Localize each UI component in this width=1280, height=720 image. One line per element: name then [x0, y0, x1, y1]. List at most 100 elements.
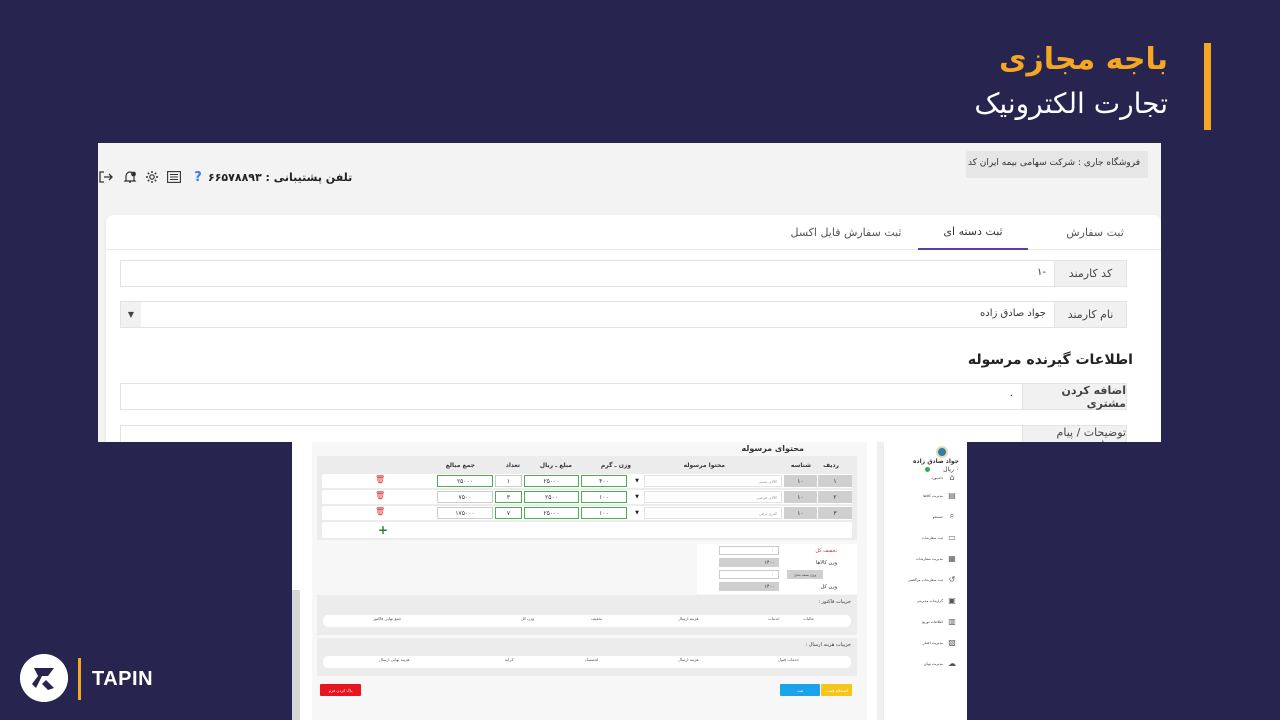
avatar[interactable] [936, 446, 948, 458]
row-id: ۱۰ [784, 475, 817, 487]
sidebar-item-search[interactable]: ⌕ جستجو [887, 511, 957, 521]
add-row-icon[interactable]: + [378, 523, 388, 537]
sidebar-item-credit[interactable]: ▧ مدیریت اعتبار [887, 637, 957, 647]
sidebar-item-dashboard[interactable]: ⌂ داشبورد [887, 472, 957, 482]
row-price[interactable]: ۲۵۰۰۰ [524, 475, 579, 487]
row-price[interactable]: ۲۵۰۰ [524, 491, 579, 503]
sidebar-item-order-management[interactable]: ▦ مدیریت سفارشات [887, 553, 957, 563]
shipping-col-acceptance: خدمات قبول [778, 657, 800, 662]
tab-batch-order[interactable]: ثبت دسته ای [918, 215, 1028, 250]
row-count[interactable]: ۳ [495, 491, 522, 503]
row-content[interactable]: کالای تستی [644, 475, 782, 487]
sidebar-item-label: ثبت سفارشات مرگشتی [907, 578, 943, 582]
shipping-details-strip: خدمات قبول هزینه ارسال لجستیک کرایه هزین… [323, 656, 851, 668]
employee-code-label: کد کارمند [1054, 261, 1126, 286]
wallet-icon: ▧ [948, 637, 956, 647]
sidebar-item-products[interactable]: ▤ مدیریت کالاها [887, 490, 957, 500]
logout-icon[interactable] [98, 169, 114, 185]
sidebar-item-orders[interactable]: ▭ ثبت سفارشات [887, 532, 957, 542]
parcel-table: ردیف شناسه محتوا مرسوله وزن ـ گرم مبلغ ـ… [317, 456, 857, 540]
notes-label: توضیحات / پیام خریدار [1022, 426, 1126, 442]
report-icon: ▣ [948, 595, 956, 605]
row-weight[interactable]: ۱۰۰ [581, 491, 627, 503]
help-icon[interactable]: ? [190, 169, 206, 185]
chevron-down-icon[interactable]: ▼ [632, 475, 642, 487]
add-customer-field[interactable]: اضافه کردن مشتری ۰ [120, 383, 1127, 410]
package-weight-label: وزن بسته بندی [787, 570, 823, 579]
sidebar-item-label: مدیریت کالاها [923, 494, 943, 498]
row-total: ۷۵۰۰ [437, 491, 493, 503]
header-total: جمع مبالغ [445, 462, 475, 469]
table-row: ۱ ۱۰ کالای تستی ▼ ۴۰۰ ۲۵۰۰۰ ۱ ۲۵۰۰۰ 🗑 [322, 474, 852, 488]
left-scrollbar[interactable] [292, 590, 300, 720]
header-count: تعداد [505, 462, 520, 469]
bell-icon[interactable] [122, 169, 138, 185]
trash-icon[interactable]: 🗑 [375, 507, 385, 516]
total-weight-value: ۱۴۰۰ [719, 582, 779, 591]
employee-code-value: -۱ [1037, 267, 1046, 278]
table-row: ۳ ۱۰ کتری برقی ▼ ۱۰۰ ۲۵۰۰۰ ۷ ۱۷۵۰۰۰ 🗑 [322, 506, 852, 520]
discount-input[interactable]: ۰ [719, 546, 779, 555]
box-icon: ▤ [948, 490, 956, 500]
shipping-col-final: هزینه نهایی ارسال [379, 657, 410, 662]
sidebar-item-label: گزارشات مدیریتی [916, 599, 943, 603]
sidebar-item-label: مدیریت اعتبار [922, 641, 943, 645]
goods-weight-value: ۱۴۰۰ [719, 558, 779, 567]
invoice-col-shipping: هزینه ارسال [678, 616, 699, 621]
price-inquiry-button[interactable]: استعلام قیمت [821, 684, 852, 696]
header-price: مبلغ ـ ریال [539, 462, 572, 469]
chevron-down-icon[interactable]: ▼ [632, 491, 642, 503]
invoice-col-discount: تخفیف [591, 616, 603, 621]
gear-icon[interactable] [144, 169, 160, 185]
order-tabs: ثبت سفارش ثبت دسته ای ثبت سفارش فایل اکس… [106, 215, 1161, 250]
invoice-col-final: جمع نهایی فاکتور [373, 616, 402, 621]
header-id: شناسه [790, 462, 811, 469]
row-weight[interactable]: ۴۰۰ [581, 475, 627, 487]
package-weight-input[interactable]: ۰ [719, 570, 779, 579]
row-total: ۱۷۵۰۰۰ [437, 507, 493, 519]
sidebar-item-token[interactable]: ☁ مدیریت توکن [887, 658, 957, 668]
search-icon: ⌕ [949, 511, 955, 520]
info-icon: ▥ [948, 616, 956, 626]
submit-button[interactable]: ثبت [780, 684, 820, 696]
sidebar-item-returns[interactable]: ↺ ثبت سفارشات مرگشتی [887, 574, 957, 584]
row-content[interactable]: کتری برقی [644, 507, 782, 519]
row-index: ۳ [818, 507, 852, 519]
slide-title: باجه مجازی [998, 42, 1168, 77]
trash-icon[interactable]: 🗑 [375, 475, 385, 484]
row-content[interactable]: کالای فرضی [644, 491, 782, 503]
row-price[interactable]: ۲۵۰۰۰ [524, 507, 579, 519]
header-content: محتوا مرسوله [683, 462, 725, 469]
sidebar-item-label: ثبت سفارشات [921, 536, 943, 540]
recipient-section-heading: اطلاعات گیرنده مرسوله [967, 352, 1133, 368]
shipping-col-logistics: لجستیک [585, 657, 599, 662]
reset-form-button[interactable]: پاک کردن فرم [320, 684, 361, 696]
trash-icon[interactable]: 🗑 [375, 491, 385, 500]
employee-name-select[interactable]: نام کارمند جواد صادق زاده ▼ [120, 301, 1127, 328]
row-total: ۲۵۰۰۰ [437, 475, 493, 487]
discount-label: تخفیف کل [815, 548, 837, 554]
tab-single-order[interactable]: ثبت سفارش [1050, 215, 1140, 250]
notes-field[interactable]: توضیحات / پیام خریدار [120, 425, 1127, 442]
order-form-screenshot: فروشگاه جاری : شرکت سهامی بیمه ایران کد۳… [98, 143, 1161, 442]
sidebar-item-reports[interactable]: ▣ گزارشات مدیریتی [887, 595, 957, 605]
employee-name-value: جواد صادق زاده [980, 308, 1046, 319]
sidebar-item-label: مدیریت توکن [923, 662, 943, 666]
slide-subtitle: تجارت الکترونیک [974, 87, 1168, 120]
tapin-logo [20, 654, 68, 702]
sidebar-item-distribution[interactable]: ▥ اطلاعات توزیع [887, 616, 957, 626]
list-icon[interactable] [166, 169, 182, 185]
parcel-title: محتوای مرسوله [741, 444, 804, 453]
row-weight[interactable]: ۱۰۰ [581, 507, 627, 519]
chevron-down-icon[interactable]: ▼ [632, 507, 642, 519]
employee-code-field[interactable]: کد کارمند -۱ [120, 260, 1127, 287]
row-count[interactable]: ۱ [495, 475, 522, 487]
return-icon: ↺ [948, 574, 956, 584]
invoice-details: جزییات فاکتور : مالیات خدمات هزینه ارسال… [317, 595, 857, 635]
row-id: ۱۰ [784, 491, 817, 503]
tab-excel-order[interactable]: ثبت سفارش فایل اکسل [786, 215, 906, 250]
chevron-down-icon[interactable]: ▼ [121, 302, 141, 327]
invoice-details-title: جزییات فاکتور : [818, 599, 851, 605]
row-count[interactable]: ۷ [495, 507, 522, 519]
table-row: ۲ ۱۰ کالای فرضی ▼ ۱۰۰ ۲۵۰۰ ۳ ۷۵۰۰ 🗑 [322, 490, 852, 504]
